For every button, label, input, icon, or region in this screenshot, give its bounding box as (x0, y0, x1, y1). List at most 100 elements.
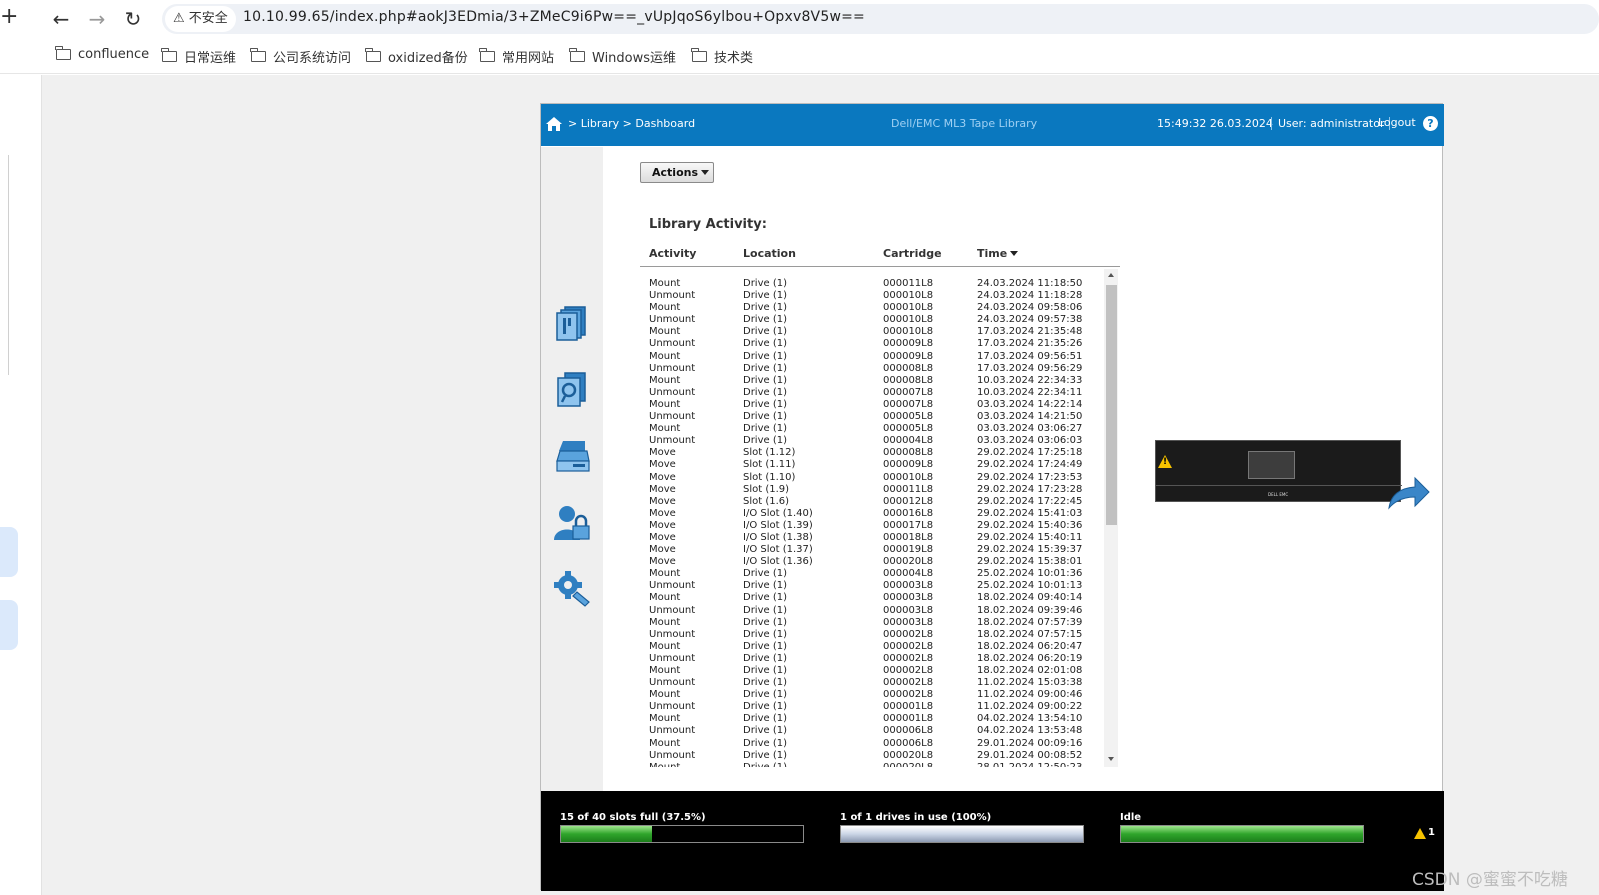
bookmark-tech[interactable]: 技术类 (691, 47, 753, 66)
location-cell: Drive (1) (743, 290, 788, 302)
activity-cell: Unmount (649, 580, 696, 592)
scroll-thumb[interactable] (1106, 285, 1117, 525)
location-cell: Drive (1) (743, 701, 788, 713)
time-cell: 11.02.2024 09:00:22 (977, 701, 1083, 713)
users-icon[interactable] (553, 504, 591, 542)
help-icon[interactable]: ? (1423, 116, 1438, 131)
tape-library-device-image[interactable]: DELL EMC (1155, 440, 1402, 502)
cartridge-cell: 000011L8 (883, 483, 934, 495)
drives-progress-bar (840, 825, 1084, 843)
cartridge-cell: 000010L8 (883, 314, 934, 326)
bookmark-confluence[interactable]: confluence (55, 46, 149, 62)
time-cell: 18.02.2024 09:40:14 (977, 592, 1083, 604)
location-cell: Drive (1) (743, 350, 788, 362)
column-header-cartridge[interactable]: Cartridge (883, 247, 942, 260)
time-cell: 11.02.2024 09:00:46 (977, 689, 1083, 701)
cartridge-cell: 000006L8 (883, 725, 934, 737)
bookmark-windows-ops[interactable]: Windows运维 (569, 47, 676, 66)
location-cell: I/O Slot (1.37) (743, 544, 813, 556)
side-panel-divider (8, 155, 9, 375)
cartridge-cell: 000002L8 (883, 689, 934, 701)
activity-cell: Move (649, 544, 676, 556)
cartridge-cell: 000002L8 (883, 640, 934, 652)
activity-scrollbar[interactable] (1104, 269, 1118, 767)
bookmark-oxidized-backup[interactable]: oxidized备份 (365, 47, 468, 66)
location-cell: Drive (1) (743, 423, 788, 435)
cartridge-cell: 000020L8 (883, 556, 934, 568)
activity-table: Mount Drive (1) 000011L8 24.03.2024 11:18:5… (640, 269, 1120, 767)
side-panel-tab[interactable] (0, 600, 18, 650)
security-warning-chip[interactable]: ⚠ 不安全 (165, 6, 236, 32)
home-icon[interactable] (545, 115, 563, 133)
new-tab-icon[interactable]: + (0, 4, 18, 29)
drives-icon[interactable] (553, 437, 591, 475)
slots-progress-bar (560, 825, 804, 843)
cartridge-cell: 000003L8 (883, 592, 934, 604)
location-cell: Drive (1) (743, 677, 788, 689)
cartridge-cell: 000010L8 (883, 290, 934, 302)
location-cell: Slot (1.6) (743, 495, 790, 507)
library-icon[interactable] (553, 304, 591, 342)
time-cell: 29.02.2024 17:25:18 (977, 447, 1083, 459)
location-cell: Drive (1) (743, 592, 788, 604)
time-cell: 03.03.2024 14:21:50 (977, 411, 1083, 423)
warning-icon (1158, 455, 1172, 468)
time-cell: 29.02.2024 17:22:45 (977, 495, 1083, 507)
user-info: User: administrator (1271, 117, 1391, 130)
location-cell: I/O Slot (1.40) (743, 507, 813, 519)
actions-button[interactable]: Actions (640, 162, 714, 183)
cartridge-cell: 000008L8 (883, 447, 934, 459)
activity-cell: Mount (649, 640, 681, 652)
bookmark-company-systems[interactable]: 公司系统访问 (250, 47, 351, 66)
location-cell: I/O Slot (1.38) (743, 531, 813, 543)
time-cell: 04.02.2024 13:54:10 (977, 713, 1083, 725)
url-text[interactable]: 10.10.99.65/index.php#aokJ3EDmia/3+ZMeC9… (243, 9, 865, 25)
column-header-time[interactable]: Time (977, 247, 1019, 260)
time-cell: 29.02.2024 15:38:01 (977, 556, 1083, 568)
folder-icon (161, 48, 177, 62)
reload-icon[interactable]: ↻ (120, 6, 146, 32)
robot-progress-fill (1121, 826, 1363, 842)
location-cell: Drive (1) (743, 398, 788, 410)
location-cell: Drive (1) (743, 278, 788, 289)
cartridge-cell: 000010L8 (883, 326, 934, 338)
location-cell: Drive (1) (743, 362, 788, 374)
breadcrumb[interactable]: > Library > Dashboard (568, 117, 695, 130)
activity-cell: Move (649, 447, 676, 459)
header-divider (640, 266, 1120, 267)
bookmark-common-sites[interactable]: 常用网站 (479, 47, 554, 66)
folder-icon (365, 48, 381, 62)
scroll-up-icon[interactable] (1108, 273, 1114, 277)
time-cell: 29.02.2024 15:41:03 (977, 507, 1083, 519)
location-cell: Drive (1) (743, 580, 788, 592)
side-panel-tab[interactable] (0, 527, 18, 577)
alert-icon[interactable] (1414, 828, 1426, 839)
caret-down-icon (701, 170, 709, 175)
bookmark-daily-ops[interactable]: 日常运维 (161, 47, 236, 66)
column-header-activity[interactable]: Activity (649, 247, 696, 260)
alert-count[interactable]: 1 (1428, 827, 1435, 838)
back-icon[interactable]: ← (48, 6, 74, 32)
location-cell: Drive (1) (743, 689, 788, 701)
folder-icon (250, 48, 266, 62)
location-cell: Drive (1) (743, 616, 788, 628)
logout-link[interactable]: Logout (1378, 116, 1416, 129)
cartridge-cell: 000003L8 (883, 580, 934, 592)
cartridge-cell: 000020L8 (883, 749, 934, 761)
scroll-down-icon[interactable] (1108, 757, 1114, 761)
cartridge-cell: 000005L8 (883, 411, 934, 423)
media-icon[interactable] (553, 370, 591, 408)
activity-cell: Unmount (649, 628, 696, 640)
column-header-location[interactable]: Location (743, 247, 796, 260)
location-cell: Drive (1) (743, 302, 788, 314)
location-cell: Slot (1.12) (743, 447, 796, 459)
arrow-icon[interactable] (1387, 476, 1431, 510)
forward-icon[interactable]: → (84, 6, 110, 32)
cartridge-cell: 000006L8 (883, 737, 934, 749)
settings-icon[interactable] (553, 570, 591, 608)
time-cell: 29.01.2024 00:08:52 (977, 749, 1083, 761)
activity-cell: Mount (649, 616, 681, 628)
cartridge-cell: 000004L8 (883, 435, 934, 447)
folder-icon (691, 48, 707, 62)
location-cell: Drive (1) (743, 725, 788, 737)
